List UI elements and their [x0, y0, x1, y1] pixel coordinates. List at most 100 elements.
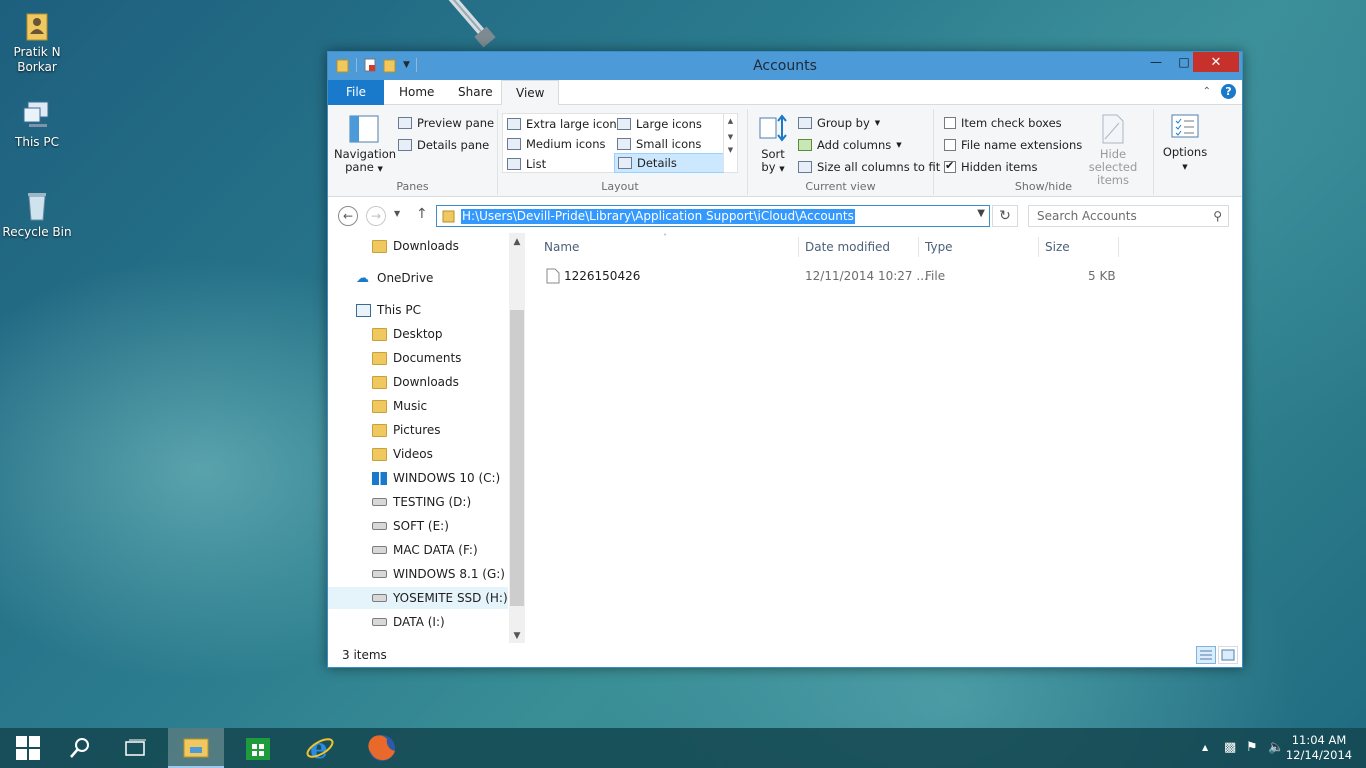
extra-large-icons-label: Extra large icons [526, 117, 623, 131]
start-button[interactable] [0, 728, 56, 768]
column-header-name[interactable]: Name [544, 240, 579, 254]
medium-icons-option[interactable]: Medium icons [507, 134, 605, 154]
column-header-date-modified[interactable]: Date modified [805, 240, 890, 254]
add-columns-icon [798, 139, 812, 151]
large-icons-view-button[interactable] [1218, 646, 1238, 664]
nav-pane-scrollbar[interactable]: ▲ ▼ [509, 233, 525, 646]
address-dropdown-icon[interactable]: ▼ [977, 208, 985, 219]
store-taskbar-button[interactable] [230, 728, 286, 768]
tab-share[interactable]: Share [444, 80, 507, 105]
up-button[interactable]: ↑ [416, 206, 428, 222]
internet-explorer-icon: e [306, 733, 334, 763]
nav-item-desktop[interactable]: Desktop [328, 323, 508, 345]
nav-item-downloads[interactable]: Downloads [328, 371, 508, 393]
help-icon[interactable]: ? [1221, 84, 1236, 99]
nav-item-drive-c[interactable]: WINDOWS 10 (C:) [328, 467, 508, 489]
nav-item-pictures[interactable]: Pictures [328, 419, 508, 441]
nav-item-drive-d[interactable]: TESTING (D:) [328, 491, 508, 513]
tab-file[interactable]: File [328, 80, 384, 105]
details-view-button[interactable] [1196, 646, 1216, 664]
svg-text:e: e [310, 733, 328, 763]
options-button[interactable]: Options ▼ [1158, 111, 1212, 174]
volume-icon[interactable]: 🔈 [1268, 740, 1284, 755]
item-check-boxes-checkbox[interactable] [944, 117, 956, 129]
tab-view[interactable]: View [501, 80, 560, 106]
nav-item-label: OneDrive [377, 271, 434, 285]
nav-item-videos[interactable]: Videos [328, 443, 508, 465]
internet-explorer-taskbar-button[interactable]: e [292, 728, 348, 768]
desktop-folder-icon [372, 327, 387, 341]
forward-button[interactable]: → [366, 206, 386, 226]
add-columns-label: Add columns [817, 138, 892, 152]
search-icon[interactable]: ⚲ [1213, 209, 1222, 223]
layout-gallery: Extra large icons Large icons Medium ico… [502, 113, 738, 173]
nav-item-drive-f[interactable]: MAC DATA (F:) [328, 539, 508, 561]
sort-by-button[interactable]: Sort by ▼ [754, 111, 792, 176]
nav-item-label: SOFT (E:) [393, 519, 449, 533]
size-all-columns-button[interactable]: Size all columns to fit [798, 157, 940, 177]
search-box[interactable]: ⚲ [1028, 205, 1229, 227]
large-icons-option[interactable]: Large icons [617, 114, 702, 134]
group-by-button[interactable]: Group by ▼ [798, 113, 880, 133]
add-columns-button[interactable]: Add columns ▼ [798, 135, 902, 155]
layout-gallery-scroll[interactable]: ▲ ▼ ▼ [723, 114, 737, 172]
clock[interactable]: 11:04 AM 12/14/2014 [1284, 733, 1354, 763]
scroll-down-icon[interactable]: ▼ [509, 631, 525, 641]
file-name-extensions-toggle[interactable]: File name extensions [944, 135, 1082, 155]
column-header-type[interactable]: Type [925, 240, 953, 254]
extra-large-icons-option[interactable]: Extra large icons [507, 114, 623, 134]
file-size: 5 KB [1088, 269, 1116, 283]
show-hidden-icons-icon[interactable]: ▲ [1202, 743, 1208, 752]
table-row[interactable]: 1226150426 12/11/2014 10:27 ... File 5 K… [540, 265, 1130, 287]
list-option[interactable]: List [507, 154, 546, 174]
nav-item-onedrive[interactable]: ☁ OneDrive [328, 267, 508, 289]
item-check-boxes-toggle[interactable]: Item check boxes [944, 113, 1062, 133]
details-view-icon [1200, 650, 1212, 660]
file-name-extensions-checkbox[interactable] [944, 139, 956, 151]
current-view-group-label: Current view [805, 180, 876, 193]
nav-item-drive-h[interactable]: YOSEMITE SSD (H:) [328, 587, 508, 609]
close-button[interactable]: ✕ [1193, 52, 1239, 72]
nav-item-label: Documents [393, 351, 462, 365]
task-view-icon [125, 739, 146, 756]
firefox-taskbar-button[interactable] [354, 728, 410, 768]
address-path[interactable]: H:\Users\Devill-Pride\Library\Applicatio… [461, 209, 855, 224]
search-icon [70, 738, 89, 758]
desktop-icon-recycle-bin[interactable]: Recycle Bin [0, 188, 77, 240]
nav-item-drive-e[interactable]: SOFT (E:) [328, 515, 508, 537]
desktop-icon-user-folder[interactable]: Pratik N Borkar [0, 8, 77, 75]
scroll-up-icon[interactable]: ▲ [509, 237, 525, 247]
minimize-button[interactable]: — [1142, 52, 1170, 72]
hidden-items-toggle[interactable]: Hidden items [944, 157, 1037, 177]
nav-item-label: Music [393, 399, 428, 413]
nav-item-drive-i[interactable]: DATA (I:) [328, 611, 508, 633]
search-input[interactable] [1029, 206, 1199, 226]
hidden-items-checkbox[interactable] [944, 159, 956, 173]
details-option[interactable]: Details [614, 153, 724, 173]
nav-item-documents[interactable]: Documents [328, 347, 508, 369]
nav-item-this-pc[interactable]: This PC [328, 299, 508, 321]
store-icon [246, 738, 270, 760]
back-button[interactable]: ← [338, 206, 358, 226]
extra-large-icons-icon [507, 118, 521, 130]
hide-selected-items-button[interactable]: Hide selected items [1077, 111, 1149, 187]
file-explorer-window: ▼ Accounts — □ ✕ File Home Share View ⌃ … [327, 51, 1243, 668]
collapse-ribbon-icon[interactable]: ⌃ [1203, 86, 1211, 97]
search-button[interactable] [52, 728, 108, 768]
title-bar[interactable]: ▼ Accounts — □ ✕ [328, 52, 1242, 80]
nav-item-music[interactable]: Music [328, 395, 508, 417]
file-explorer-taskbar-button[interactable] [168, 728, 224, 768]
network-icon[interactable]: ▩ [1224, 740, 1236, 755]
tab-home[interactable]: Home [385, 80, 448, 105]
desktop-icon-this-pc[interactable]: This PC [0, 98, 77, 150]
action-center-icon[interactable]: ⚑ [1246, 740, 1258, 755]
column-header-size[interactable]: Size [1045, 240, 1070, 254]
small-icons-option[interactable]: Small icons [617, 134, 701, 154]
nav-item-downloads-quick[interactable]: Downloads [328, 235, 508, 257]
address-field[interactable]: H:\Users\Devill-Pride\Library\Applicatio… [436, 205, 990, 227]
task-view-button[interactable] [108, 728, 164, 768]
nav-item-drive-g[interactable]: WINDOWS 8.1 (G:) [328, 563, 508, 585]
recent-locations-icon[interactable]: ▼ [394, 209, 400, 218]
refresh-button[interactable]: ↻ [992, 205, 1018, 227]
scroll-thumb[interactable] [510, 310, 524, 606]
